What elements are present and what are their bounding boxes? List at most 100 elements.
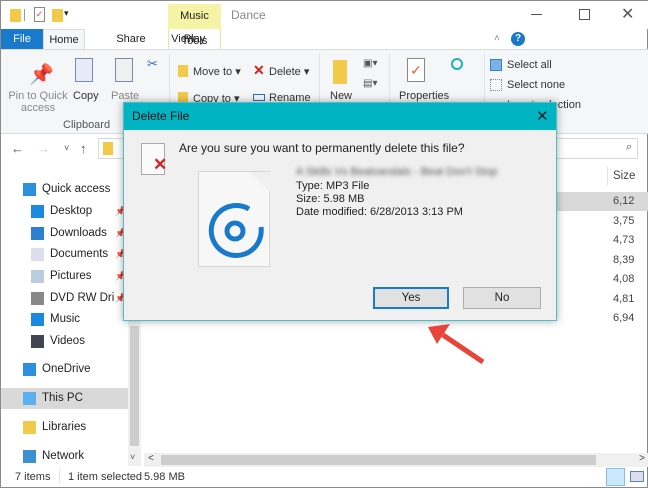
move-to-button[interactable]: Move to ▾ (193, 65, 241, 78)
divider (607, 166, 608, 186)
tab-share[interactable]: Share (109, 29, 153, 49)
file-size: Size: 5.98 MB (296, 193, 365, 205)
dvd-icon (31, 292, 44, 305)
properties-button[interactable]: Properties (399, 90, 449, 102)
horizontal-scrollbar[interactable]: < > (144, 453, 648, 467)
music-icon (31, 313, 44, 326)
sidebar-item-quick-access[interactable]: Quick access (1, 179, 128, 200)
sidebar-item-label: Videos (50, 335, 85, 347)
divider (24, 9, 25, 21)
file-size-cell[interactable]: 3,75 (613, 212, 648, 231)
folder-icon (103, 142, 113, 155)
close-icon[interactable]: ✕ (621, 4, 634, 24)
sidebar-item-this-pc[interactable]: This PC (1, 388, 128, 409)
file-size-cell[interactable]: 4,08 (613, 270, 648, 289)
select-none-button[interactable]: Select none (507, 79, 565, 91)
divider (59, 469, 60, 483)
tab-play[interactable]: Play (168, 29, 221, 49)
nav-scrollbar-thumb[interactable] (130, 326, 139, 446)
file-name: A Skills Vs Beatvandals - Beat Don't Sto… (296, 166, 498, 178)
file-size-cell[interactable]: 8,39 (613, 251, 648, 270)
sidebar-item-label: DVD RW Drive (50, 292, 114, 304)
delete-button[interactable]: Delete ▾ (269, 65, 309, 78)
pin-to-quick-access-button[interactable]: Pin to Quick access (7, 90, 69, 114)
scroll-left-icon[interactable]: < (148, 453, 154, 464)
mp3-file-icon (198, 171, 270, 267)
sidebar-item-pictures[interactable]: Pictures 📌 (1, 266, 128, 287)
help-icon[interactable]: ? (511, 32, 525, 46)
sidebar-item-libraries[interactable]: Libraries (1, 417, 128, 438)
tab-file[interactable]: File (1, 29, 43, 49)
cut-icon[interactable]: ✂ (147, 56, 158, 72)
status-item-count: 7 items (15, 471, 51, 483)
star-icon (23, 183, 36, 196)
scroll-down-icon[interactable]: ˅ (130, 452, 135, 462)
sidebar-item-network[interactable]: Network (1, 446, 128, 467)
tab-home[interactable]: Home (43, 29, 85, 50)
sidebar-item-desktop[interactable]: Desktop 📌 (1, 201, 128, 222)
sidebar-item-label: Network (42, 450, 85, 462)
new-button[interactable]: New (330, 90, 352, 102)
large-icons-view-button[interactable] (630, 471, 644, 482)
sidebar-item-onedrive[interactable]: OneDrive (1, 359, 128, 380)
file-size-cell[interactable]: 6,12 (613, 192, 648, 211)
arrow-shaft (441, 332, 485, 365)
clipboard-group-label: Clipboard (63, 119, 111, 131)
sidebar-item-documents[interactable]: Documents 📌 (1, 244, 128, 265)
dialog-close-icon[interactable]: ✕ (536, 107, 549, 125)
new-folder-icon (333, 60, 347, 84)
delete-x-icon: ✕ (153, 155, 168, 174)
pin-icon: 📌 (29, 64, 54, 86)
rename-icon (253, 94, 265, 101)
delete-label: Delete (269, 66, 301, 78)
customize-qat-icon[interactable]: ▾ (64, 8, 69, 19)
sidebar-item-label: Desktop (50, 205, 93, 217)
yes-button[interactable]: Yes (373, 287, 449, 309)
status-size: 5.98 MB (144, 471, 185, 483)
file-size-cell[interactable]: 4,73 (613, 231, 648, 250)
file-size-cell[interactable]: 4,81 (613, 290, 648, 309)
no-button[interactable]: No (463, 287, 541, 309)
library-icon (23, 421, 36, 434)
paste-button[interactable]: Paste (111, 90, 139, 102)
properties-icon: ✓ (407, 58, 425, 82)
collapse-ribbon-icon[interactable]: ˄ (494, 33, 500, 44)
sidebar-item-downloads[interactable]: Downloads 📌 (1, 223, 128, 244)
recent-locations-icon[interactable]: ˅ (64, 143, 69, 153)
music-tools-tab-group: Music Tools (168, 4, 221, 47)
download-icon (31, 227, 44, 240)
size-column-header[interactable]: Size (613, 170, 635, 182)
select-all-button[interactable]: Select all (507, 59, 552, 71)
search-icon: ⌕ (625, 141, 632, 153)
arrow-head (428, 324, 450, 344)
sidebar-item-dvd-rw-drive[interactable]: DVD RW Drive📌 (1, 288, 128, 309)
file-size-cell[interactable]: 6,94 (613, 309, 648, 328)
easy-access-icon[interactable]: ▤▾ (363, 78, 377, 89)
title-bar: ✓ ▾ Music Tools Dance ✕ (1, 1, 648, 47)
back-button[interactable]: ← (11, 141, 24, 156)
new-folder-qat-icon[interactable] (52, 9, 63, 22)
horizontal-scrollbar-thumb[interactable] (161, 455, 596, 465)
forward-button[interactable]: → (37, 141, 50, 156)
select-all-icon (490, 59, 502, 71)
minimize-icon[interactable] (531, 14, 542, 15)
document-icon (31, 248, 44, 261)
scroll-right-icon[interactable]: > (639, 453, 645, 464)
move-to-label: Move to (193, 66, 233, 78)
sidebar-item-videos[interactable]: Videos (1, 331, 128, 352)
maximize-icon[interactable] (579, 9, 590, 20)
folder-icon (10, 9, 21, 22)
copy-button[interactable]: Copy (73, 90, 99, 102)
properties-qat-icon[interactable]: ✓ (34, 7, 45, 22)
dialog-title: Delete File (124, 103, 556, 130)
sidebar-item-label: Downloads (50, 227, 107, 239)
computer-icon (23, 392, 36, 405)
sidebar-item-label: This PC (42, 392, 83, 404)
sidebar-item-label: OneDrive (42, 363, 91, 375)
new-item-icon[interactable]: ▣▾ (363, 58, 377, 69)
open-icon[interactable] (451, 58, 463, 70)
details-view-button[interactable] (606, 468, 625, 486)
up-button[interactable]: ↑ (80, 141, 87, 156)
delete-icon: ✕ (253, 62, 265, 78)
sidebar-item-music[interactable]: Music (1, 309, 128, 330)
